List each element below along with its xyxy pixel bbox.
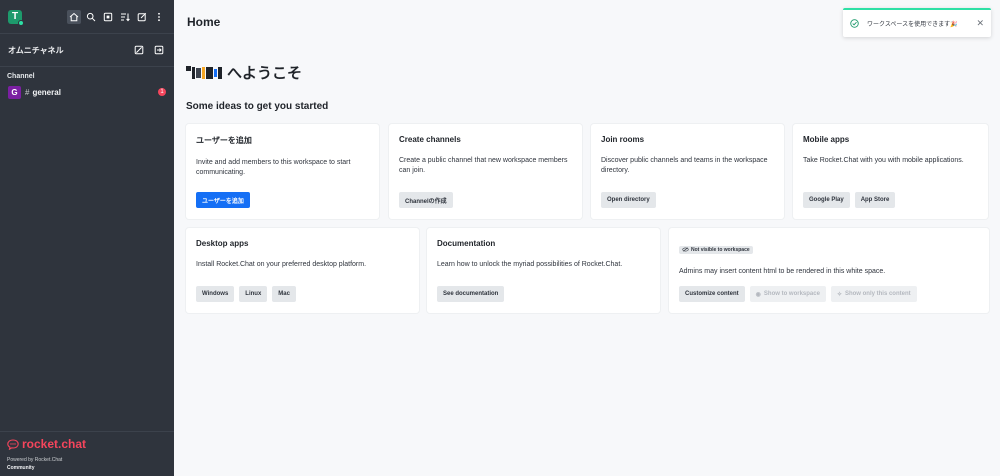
visibility-tag-label: Not visible to workspace — [691, 246, 750, 253]
card-title: Join rooms — [601, 135, 645, 144]
card-title: Documentation — [437, 239, 496, 248]
visibility-tag: Not visible to workspace — [679, 245, 753, 254]
sidebar-footer: rocket.chat Powered by Rocket.Chat Commu… — [0, 431, 174, 476]
welcome-text: へようこそ — [227, 65, 303, 82]
room-avatar: G — [8, 85, 21, 99]
main-content: Home へようこそ Some ideas to get you started… — [174, 0, 1000, 476]
rocketchat-logo: rocket.chat — [7, 437, 167, 451]
room-name: general — [32, 87, 61, 97]
mac-button[interactable]: Mac — [272, 286, 296, 302]
show-only-this-content-label: Show only this content — [844, 291, 911, 297]
omnichannel-label: オムニチャネル — [8, 45, 64, 55]
kebab-menu-icon[interactable] — [152, 10, 166, 24]
windows-button[interactable]: Windows — [196, 286, 235, 302]
search-icon[interactable] — [84, 10, 98, 24]
toast-message: ワークスペースを使用できます🎉 — [867, 22, 958, 28]
show-only-this-content-button[interactable]: ✧ Show only this content — [830, 286, 917, 302]
page-title: Home — [187, 15, 221, 29]
rocketchat-logo-text: rocket.chat — [22, 437, 87, 451]
custom-content-card: Not visible to workspace Admins may inse… — [669, 228, 989, 313]
create-new-icon[interactable] — [135, 10, 149, 24]
join-rooms-card: Join rooms Discover public channels and … — [591, 124, 784, 219]
pin-icon: ✧ — [836, 291, 842, 298]
card-description: Learn how to unlock the myriad possibili… — [437, 261, 623, 268]
user-avatar-letter: T — [11, 11, 19, 22]
contact-center-icon[interactable] — [152, 43, 166, 57]
check-circle-icon — [850, 19, 859, 28]
create-channel-button[interactable]: Channelの作成 — [399, 192, 453, 208]
eye-icon: ◉ — [755, 291, 761, 298]
eye-off-icon — [682, 247, 689, 252]
desktop-apps-card: Desktop apps Install Rocket.Chat on your… — [186, 228, 419, 313]
see-documentation-button[interactable]: See documentation — [437, 286, 505, 302]
show-to-workspace-label: Show to workspace — [763, 291, 820, 297]
sort-icon[interactable] — [118, 10, 132, 24]
powered-by-text: Powered by Rocket.Chat — [7, 457, 63, 463]
directory-icon[interactable] — [101, 10, 115, 24]
omnichannel-status-icon[interactable] — [132, 43, 146, 57]
app-store-button[interactable]: App Store — [854, 192, 896, 208]
card-title: Create channels — [399, 135, 461, 144]
card-title: Desktop apps — [196, 239, 249, 248]
online-status-icon — [18, 19, 24, 26]
hashtag-icon: # — [25, 87, 30, 97]
card-title: ユーザーを追加 — [196, 136, 252, 145]
add-users-button[interactable]: ユーザーを追加 — [196, 192, 250, 208]
card-description: Discover public channels and teams in th… — [601, 157, 768, 174]
omnichannel-bar: オムニチャネル — [0, 34, 174, 67]
unread-badge: 1 — [158, 88, 166, 96]
card-description: Admins may insert content html to be ren… — [679, 268, 886, 275]
sidebar: T オムニチャネル Channel G # general 1 rocket.c… — [0, 0, 174, 476]
open-directory-button[interactable]: Open directory — [601, 192, 656, 208]
show-to-workspace-button[interactable]: ◉ Show to workspace — [749, 286, 826, 302]
add-users-card: ユーザーを追加 Invite and add members to this w… — [186, 124, 379, 219]
close-icon[interactable]: ✕ — [976, 18, 984, 29]
rocketchat-logo-icon — [7, 438, 19, 450]
customize-content-button[interactable]: Customize content — [679, 286, 745, 302]
documentation-card: Documentation Learn how to unlock the my… — [427, 228, 660, 313]
success-toast: ワークスペースを使用できます🎉 ✕ — [843, 8, 991, 37]
card-description: Create a public channel that new workspa… — [399, 157, 568, 174]
channel-section-header: Channel — [7, 73, 35, 80]
linux-button[interactable]: Linux — [239, 286, 268, 302]
google-play-button[interactable]: Google Play — [803, 192, 850, 208]
card-description: Take Rocket.Chat with you with mobile ap… — [803, 157, 964, 164]
ideas-heading: Some ideas to get you started — [186, 101, 329, 112]
sidebar-item-general[interactable]: G # general 1 — [0, 84, 174, 100]
home-icon[interactable] — [67, 9, 81, 24]
card-description: Invite and add members to this workspace… — [196, 159, 351, 176]
user-avatar[interactable]: T — [8, 9, 24, 26]
mobile-apps-card: Mobile apps Take Rocket.Chat with you wi… — [793, 124, 988, 219]
card-title: Mobile apps — [803, 135, 850, 144]
create-channels-card: Create channels Create a public channel … — [389, 124, 582, 219]
edition-text: Community — [7, 465, 35, 471]
workspace-logo — [186, 64, 222, 82]
card-description: Install Rocket.Chat on your preferred de… — [196, 261, 367, 268]
welcome-banner: へようこそ — [186, 62, 302, 83]
sidebar-topbar: T — [0, 0, 174, 34]
